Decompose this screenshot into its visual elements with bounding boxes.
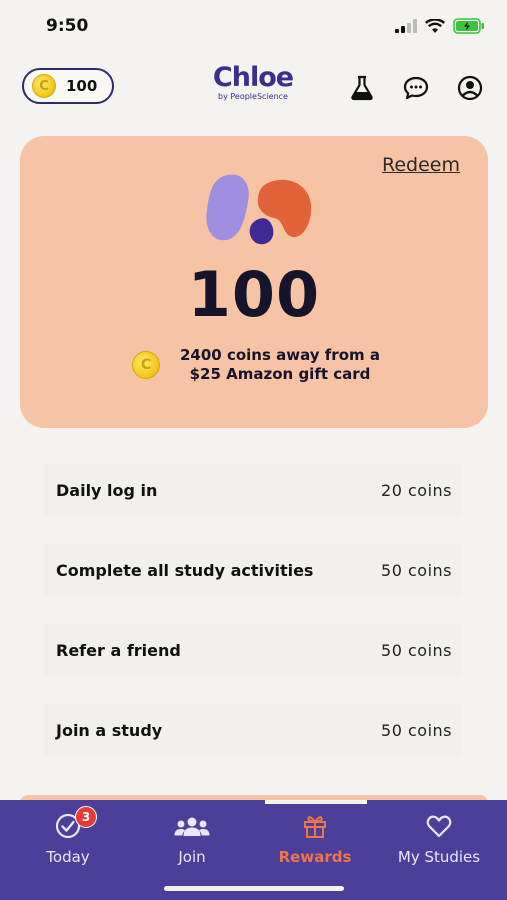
reward-coins: 50 coins	[381, 560, 452, 580]
wifi-icon	[425, 18, 445, 33]
active-tab-indicator	[265, 800, 367, 804]
heart-icon	[426, 815, 452, 838]
tab-label: Rewards	[278, 848, 352, 866]
profile-icon[interactable]	[456, 74, 484, 102]
tab-my-studies[interactable]: My Studies	[384, 812, 494, 866]
coin-icon: C	[132, 351, 160, 379]
logo-subtext: by PeopleScience	[218, 92, 288, 101]
tab-label: My Studies	[397, 848, 481, 866]
home-indicator	[164, 886, 344, 891]
reward-row-refer-friend: Refer a friend 50 coins	[44, 624, 462, 676]
app-logo: Chloe by PeopleScience	[203, 62, 303, 102]
chloe-brand-shapes-icon	[206, 174, 312, 245]
reward-coins: 50 coins	[381, 640, 452, 660]
reward-coins: 20 coins	[381, 480, 452, 500]
status-bar: 9:50	[0, 0, 507, 52]
reward-label: Daily log in	[56, 480, 158, 500]
tab-bar: 3 Today Join Rewards My Studies	[0, 800, 507, 900]
coin-balance-pill[interactable]: C 100	[22, 68, 114, 104]
tab-join[interactable]: Join	[137, 812, 247, 866]
tab-label: Today	[46, 848, 90, 866]
coin-balance: 100	[66, 77, 98, 95]
people-icon	[174, 817, 210, 836]
status-time: 9:50	[46, 16, 89, 36]
logo-text: Chloe	[212, 62, 294, 93]
chat-icon[interactable]	[402, 74, 430, 102]
coin-icon: C	[32, 74, 56, 98]
reward-row-join-study: Join a study 50 coins	[44, 704, 462, 756]
signal-icon	[395, 19, 417, 33]
tab-rewards[interactable]: Rewards	[260, 812, 370, 866]
reward-label: Complete all study activities	[56, 560, 314, 580]
reward-row-daily-login: Daily log in 20 coins	[44, 464, 462, 516]
status-icons	[395, 18, 485, 34]
reward-row-complete-activities: Complete all study activities 50 coins	[44, 544, 462, 596]
tab-label: Join	[178, 848, 206, 866]
gift-card-progress: C 2400 coins away from a $25 Amazon gift…	[132, 346, 392, 384]
tab-today[interactable]: 3 Today	[13, 806, 123, 866]
lab-flask-icon[interactable]	[348, 74, 376, 102]
reward-label: Join a study	[56, 720, 163, 740]
gift-icon	[304, 816, 326, 838]
redeem-link[interactable]: Redeem	[382, 154, 460, 176]
reward-coins: 50 coins	[381, 720, 452, 740]
gift-card-progress-text: 2400 coins away from a $25 Amazon gift c…	[180, 346, 380, 383]
battery-icon	[453, 18, 484, 34]
notification-badge: 3	[75, 806, 97, 828]
app-header: C 100 Chloe by PeopleScience	[0, 62, 507, 110]
coin-total: 100	[187, 258, 321, 331]
rewards-summary-card: Redeem 100 C 2400 coins away from a $25 …	[20, 136, 488, 428]
reward-label: Refer a friend	[56, 640, 181, 660]
